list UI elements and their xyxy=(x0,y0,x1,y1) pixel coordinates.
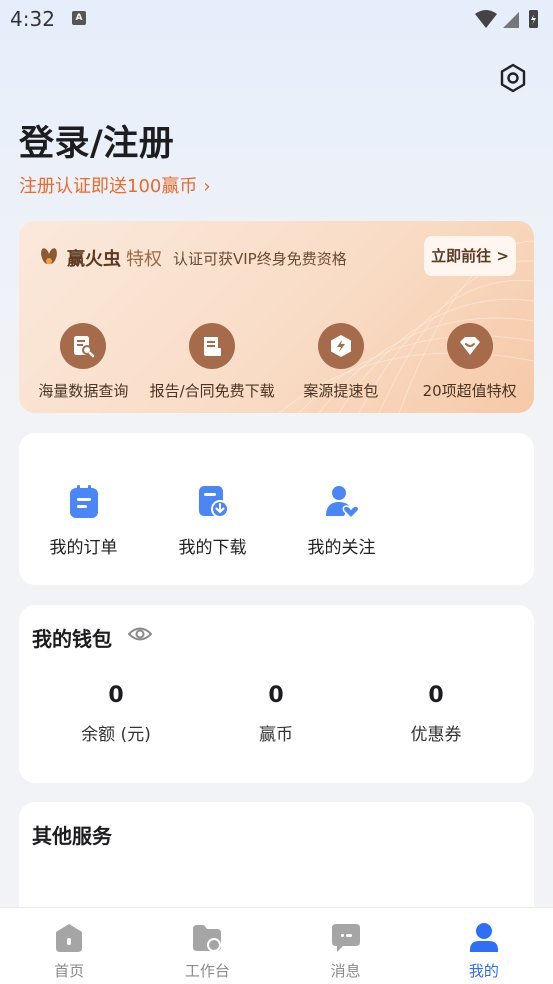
tab-messages[interactable]: 消息 xyxy=(277,908,415,984)
balance-label: 余额 (元) xyxy=(81,725,151,745)
tab-label: 首页 xyxy=(54,962,85,980)
tab-workspace[interactable]: 工作台 xyxy=(138,908,276,984)
vip-benefit-data-query[interactable]: 海量数据查询 xyxy=(19,323,148,401)
tab-profile[interactable]: 我的 xyxy=(415,908,553,984)
vip-benefit-report-download[interactable]: 报告/合同免费下载 xyxy=(148,323,277,401)
vip-privilege-card: 赢火虫 特权 认证可获VIP终身免费资格 立即前往 > 海量数据查询 报告/合同… xyxy=(19,221,534,413)
coupons-value: 0 xyxy=(428,683,444,708)
quick-action-label: 我的下载 xyxy=(178,538,247,558)
vip-benefit-label: 海量数据查询 xyxy=(38,382,129,400)
firefly-logo-icon xyxy=(41,248,57,264)
coins-value: 0 xyxy=(268,683,284,708)
quick-action-label: 我的关注 xyxy=(307,538,376,558)
tab-label: 消息 xyxy=(330,962,361,980)
quick-actions-card: 我的订单 我的下载 我的关注 xyxy=(19,433,534,585)
tab-home[interactable]: 首页 xyxy=(0,908,138,984)
chevron-right-icon: › xyxy=(203,176,211,197)
home-icon xyxy=(52,922,86,954)
login-register-title[interactable]: 登录/注册 xyxy=(19,115,174,166)
eye-icon[interactable] xyxy=(127,624,153,644)
battery-icon xyxy=(529,10,538,28)
diamond-icon xyxy=(446,323,493,369)
status-bar: 4:32 A xyxy=(0,0,553,40)
vip-description: 认证可获VIP终身免费资格 xyxy=(173,250,347,268)
lightning-hexagon-icon xyxy=(317,323,364,369)
bottom-tab-bar: 首页 工作台 消息 我的 xyxy=(0,907,553,984)
document-download-icon xyxy=(189,323,236,369)
message-icon xyxy=(329,922,363,954)
my-downloads-button[interactable]: 我的下载 xyxy=(148,483,277,558)
coins-stat[interactable]: 0 赢币 xyxy=(196,683,356,745)
signal-icon xyxy=(503,12,519,28)
notification-icon: A xyxy=(72,11,86,25)
vip-benefit-privileges[interactable]: 20项超值特权 xyxy=(405,323,534,401)
follow-icon xyxy=(324,483,360,520)
workspace-icon xyxy=(190,922,224,954)
data-search-icon xyxy=(60,323,107,369)
balance-value: 0 xyxy=(108,683,124,708)
profile-icon xyxy=(467,922,501,954)
vip-tag: 特权 xyxy=(126,249,162,270)
coins-label: 赢币 xyxy=(259,725,293,745)
wallet-card: 我的钱包 0 余额 (元) 0 赢币 0 优惠券 xyxy=(19,605,534,783)
quick-action-label: 我的订单 xyxy=(49,538,118,558)
promo-text: 注册认证即送100赢币 xyxy=(19,176,198,197)
order-icon xyxy=(66,483,102,519)
settings-icon xyxy=(500,63,526,93)
wallet-title: 我的钱包 xyxy=(32,627,112,651)
register-promo-link[interactable]: 注册认证即送100赢币 › xyxy=(19,172,211,198)
other-services-title: 其他服务 xyxy=(32,824,112,848)
wifi-icon xyxy=(475,10,497,28)
my-follows-button[interactable]: 我的关注 xyxy=(277,483,406,558)
vip-benefit-label: 报告/合同免费下载 xyxy=(149,382,275,400)
coupons-label: 优惠券 xyxy=(410,725,462,745)
vip-brand: 赢火虫 xyxy=(67,249,121,270)
vip-benefit-label: 20项超值特权 xyxy=(422,382,517,400)
go-now-button[interactable]: 立即前往 > xyxy=(424,236,516,276)
vip-benefit-label: 案源提速包 xyxy=(303,382,379,400)
my-orders-button[interactable]: 我的订单 xyxy=(19,483,148,558)
vip-benefits: 海量数据查询 报告/合同免费下载 案源提速包 20项超值特权 xyxy=(19,323,534,401)
status-time: 4:32 xyxy=(10,7,55,31)
tab-label: 工作台 xyxy=(184,962,230,980)
settings-button[interactable] xyxy=(498,63,528,93)
vip-benefit-case-boost[interactable]: 案源提速包 xyxy=(277,323,406,401)
status-indicators xyxy=(473,8,543,34)
balance-stat[interactable]: 0 余额 (元) xyxy=(36,683,196,745)
coupons-stat[interactable]: 0 优惠券 xyxy=(356,683,516,745)
download-icon xyxy=(195,483,231,519)
tab-label: 我的 xyxy=(468,962,499,980)
